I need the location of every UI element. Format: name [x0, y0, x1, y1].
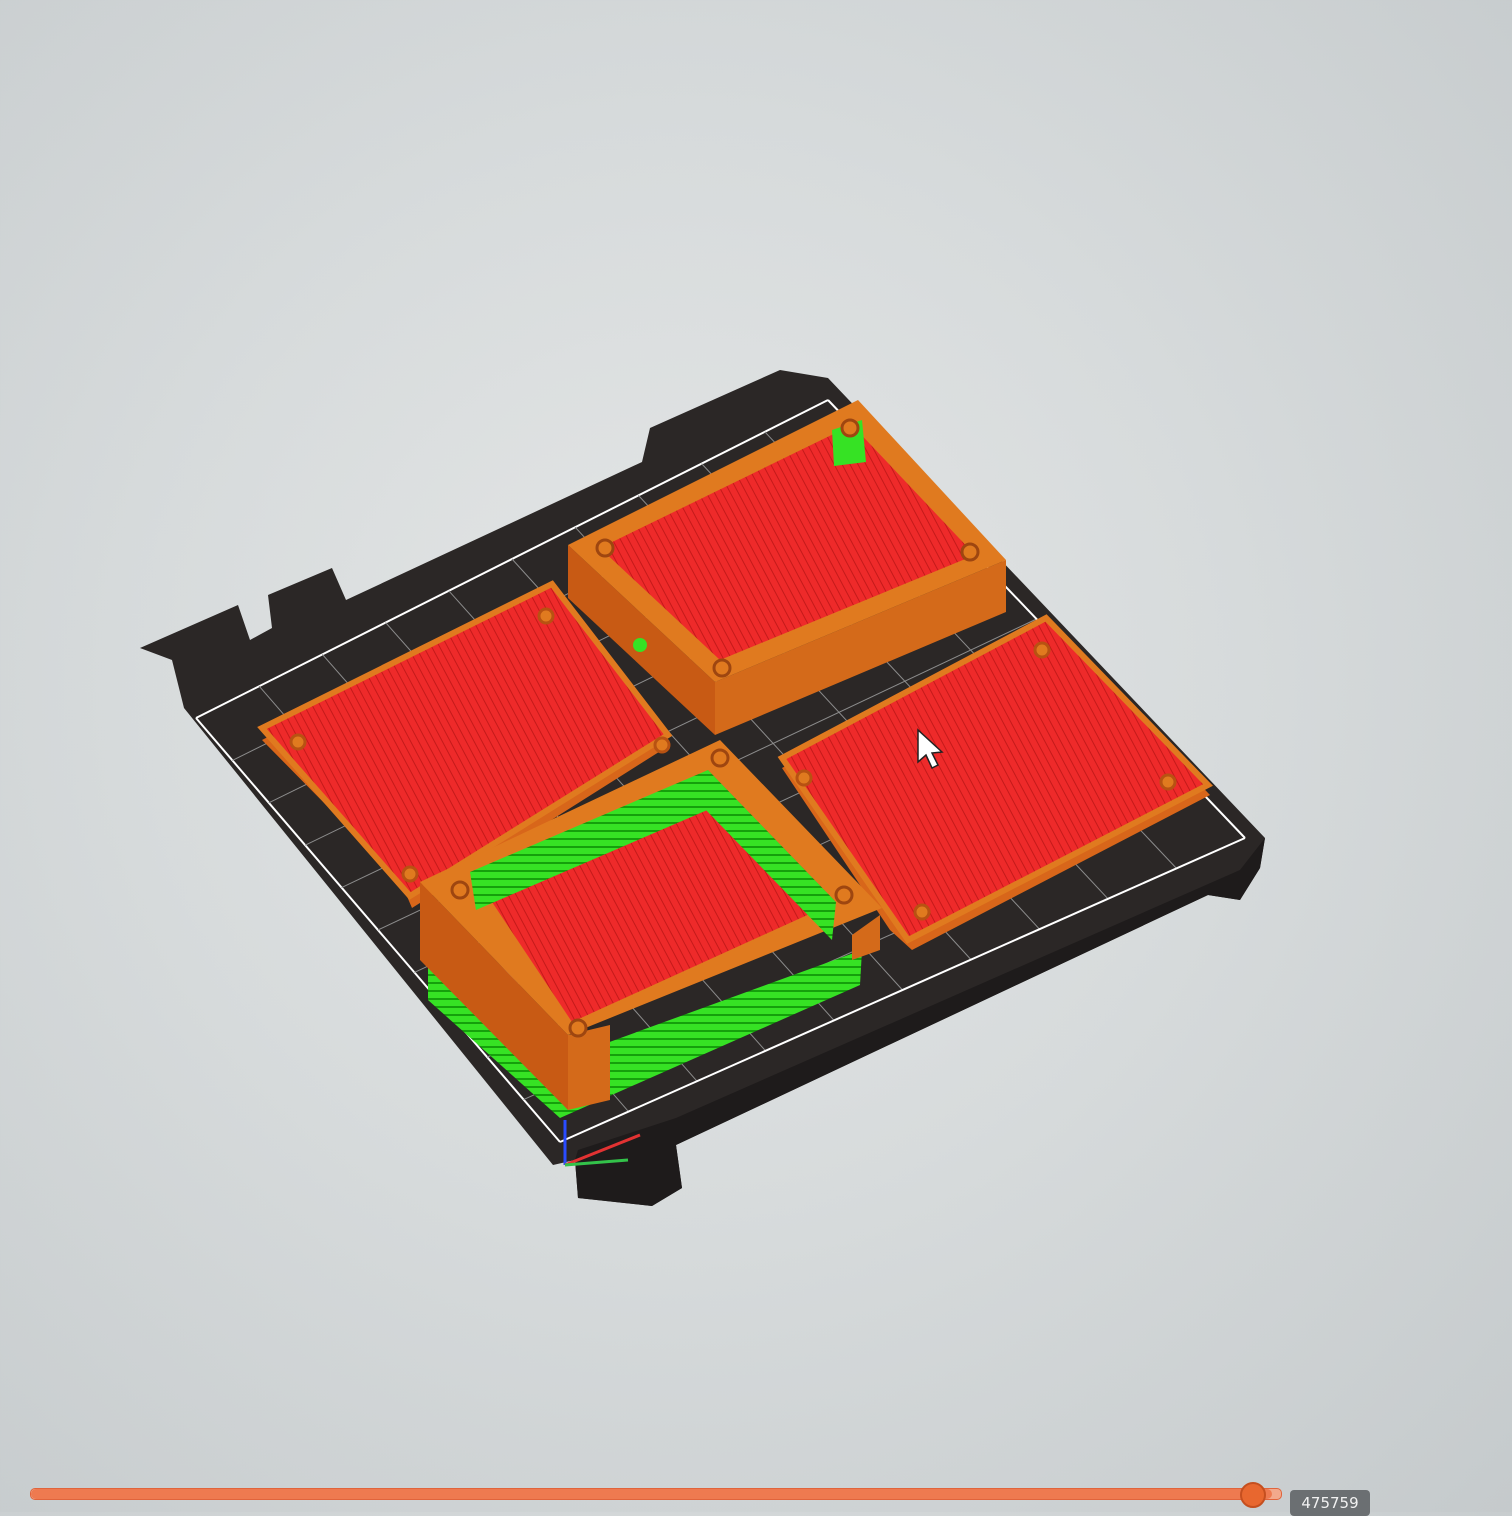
screw-hole — [913, 903, 931, 921]
screw-hole — [289, 733, 307, 751]
screw-hole — [653, 736, 671, 754]
3d-preview-viewport[interactable]: 475759 — [0, 0, 1512, 1516]
screw-hole — [595, 538, 615, 558]
move-counter-label: 475759 — [1290, 1490, 1370, 1516]
screw-hole — [450, 880, 470, 900]
screw-hole — [840, 418, 860, 438]
screw-hole — [401, 865, 419, 883]
screw-hole — [1159, 773, 1177, 791]
slider-fill — [31, 1489, 1273, 1499]
screw-hole — [568, 1018, 588, 1038]
layer-move-slider[interactable] — [30, 1488, 1282, 1500]
scene-canvas[interactable] — [0, 0, 1512, 1512]
screw-hole — [834, 885, 854, 905]
screw-hole — [710, 748, 730, 768]
screw-hole — [1033, 641, 1051, 659]
screw-hole — [712, 658, 732, 678]
screw-hole — [960, 542, 980, 562]
screw-hole — [537, 607, 555, 625]
screw-hole — [795, 769, 813, 787]
